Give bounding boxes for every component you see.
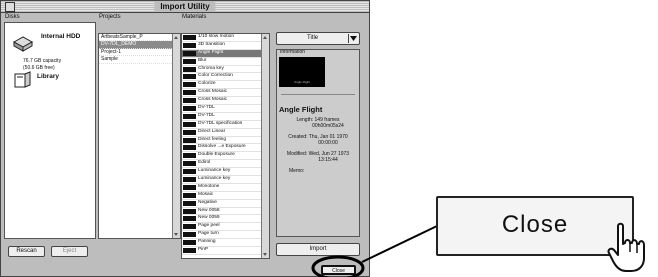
callout-label: Close [501, 211, 569, 238]
close-button-callout: Close [436, 196, 634, 256]
pointing-hand-icon [607, 222, 645, 272]
